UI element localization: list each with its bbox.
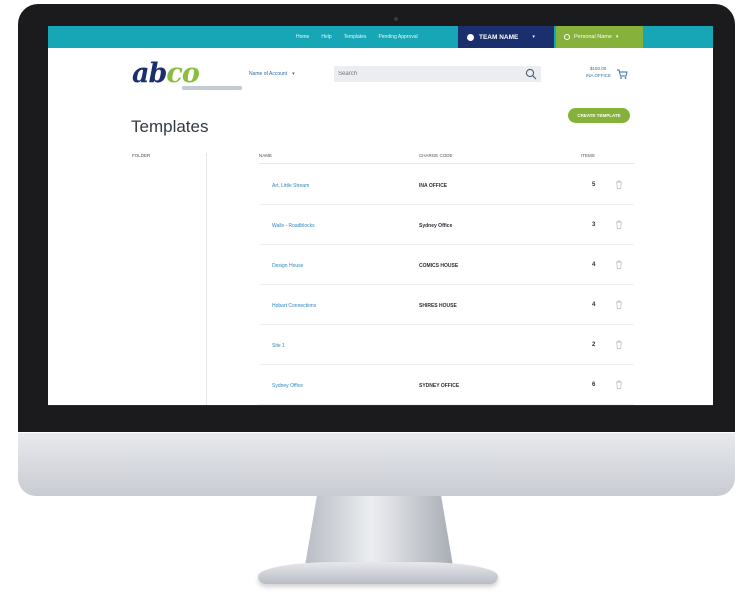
template-name-link[interactable]: Site 1 bbox=[272, 343, 285, 349]
table-row: Site 1 2 bbox=[259, 324, 634, 365]
cart-summary[interactable]: $150.00 INA OFFICE bbox=[584, 65, 630, 85]
top-navigation-links: Home Help Templates Pending Approval bbox=[296, 26, 418, 48]
template-name-link[interactable]: Design House bbox=[272, 263, 303, 269]
template-name-link[interactable]: Walls - Roadblocks bbox=[272, 223, 315, 229]
team-icon bbox=[467, 33, 474, 41]
folder-divider bbox=[206, 153, 207, 405]
monitor-stand-base bbox=[258, 562, 498, 584]
item-count: 4 bbox=[592, 262, 596, 268]
account-selector[interactable]: Name of Account ▾ bbox=[249, 69, 295, 79]
item-count: 5 bbox=[592, 182, 596, 188]
cart-icon bbox=[617, 69, 628, 79]
charge-code-column-header[interactable]: CHARGE CODE bbox=[419, 153, 453, 158]
nav-link-help[interactable]: Help bbox=[321, 34, 331, 40]
search-box bbox=[334, 66, 541, 82]
cart-total: $150.00 bbox=[590, 66, 607, 71]
search-input[interactable] bbox=[338, 68, 518, 80]
table-row: Walls - Roadblocks Sydney Office 3 bbox=[259, 204, 634, 245]
item-count: 2 bbox=[592, 342, 596, 348]
chevron-down-icon: ▾ bbox=[532, 34, 535, 40]
search-icon[interactable] bbox=[524, 67, 538, 81]
logo-tagline bbox=[182, 86, 242, 90]
item-count: 6 bbox=[592, 382, 596, 388]
charge-code: SHIRES HOUSE bbox=[419, 303, 457, 309]
personal-account-menu[interactable]: Personal Name ▾ bbox=[556, 26, 643, 48]
trash-icon[interactable] bbox=[615, 220, 623, 229]
template-name-link[interactable]: Sydney Office bbox=[272, 383, 303, 389]
item-count: 4 bbox=[592, 302, 596, 308]
create-template-button[interactable]: CREATE TEMPLATE bbox=[568, 108, 630, 123]
trash-icon[interactable] bbox=[615, 260, 623, 269]
trash-icon[interactable] bbox=[615, 300, 623, 309]
charge-code: COMICS HOUSE bbox=[419, 263, 459, 269]
trash-icon[interactable] bbox=[615, 180, 623, 189]
charge-code: INA OFFICE bbox=[419, 183, 448, 189]
template-name-link[interactable]: Hobart Connections bbox=[272, 303, 316, 309]
folder-column-header: FOLDER bbox=[132, 153, 151, 158]
table-row: Hobart Connections SHIRES HOUSE 4 bbox=[259, 284, 634, 325]
nav-link-templates[interactable]: Templates bbox=[344, 34, 367, 40]
monitor-stand-neck bbox=[305, 496, 453, 566]
account-label: Name of Account bbox=[249, 71, 288, 77]
nav-link-pending-approval[interactable]: Pending Approval bbox=[378, 34, 417, 40]
page-title: Templates bbox=[131, 117, 209, 136]
trash-icon[interactable] bbox=[615, 340, 623, 349]
screen-bottom-edge bbox=[48, 405, 713, 406]
chevron-down-icon: ▾ bbox=[615, 34, 619, 40]
items-column-header[interactable]: ITEMS bbox=[581, 153, 595, 158]
table-row: Sydney Office SYDNEY OFFICE 6 bbox=[259, 364, 634, 405]
charge-code: Sydney Office bbox=[419, 223, 453, 229]
name-column-header[interactable]: NAME bbox=[259, 153, 272, 158]
camera-dot bbox=[394, 17, 398, 21]
table-row: Art, Little Stream INA OFFICE 5 bbox=[259, 164, 634, 205]
nav-link-home[interactable]: Home bbox=[296, 34, 309, 40]
screen: Home Help Templates Pending Approval TEA… bbox=[48, 26, 713, 405]
user-icon bbox=[564, 34, 570, 40]
chevron-down-icon: ▾ bbox=[292, 71, 295, 77]
cart-location: INA OFFICE bbox=[586, 73, 612, 78]
item-count: 3 bbox=[592, 222, 596, 228]
team-selector[interactable]: TEAM NAME ▾ bbox=[458, 26, 554, 48]
trash-icon[interactable] bbox=[615, 380, 623, 389]
charge-code: SYDNEY OFFICE bbox=[419, 383, 460, 389]
template-name-link[interactable]: Art, Little Stream bbox=[272, 183, 309, 189]
team-name: TEAM NAME bbox=[479, 33, 519, 41]
abco-logo[interactable]: abco bbox=[132, 59, 232, 89]
table-row: Design House COMICS HOUSE 4 bbox=[259, 244, 634, 285]
monitor-chin bbox=[18, 432, 735, 496]
personal-name: Personal Name bbox=[574, 34, 612, 40]
